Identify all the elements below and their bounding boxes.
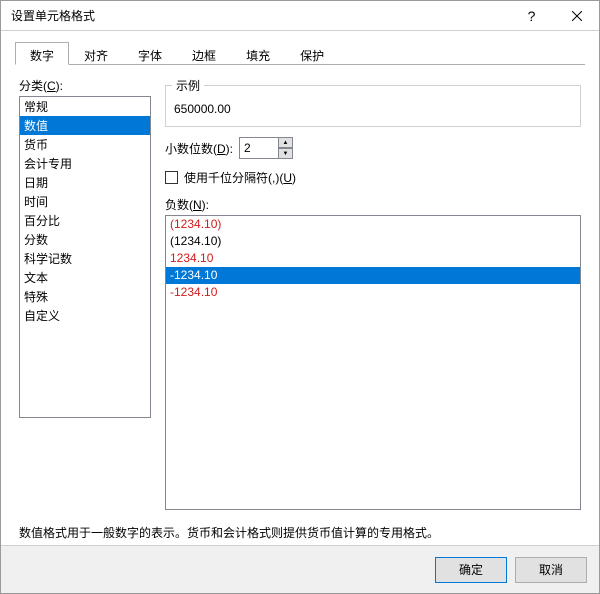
decimal-places-input[interactable]: [239, 137, 279, 159]
negative-format-item[interactable]: 1234.10: [166, 250, 580, 267]
thousands-separator-checkbox[interactable]: [165, 171, 178, 184]
category-item[interactable]: 货币: [20, 135, 150, 154]
tab-panel-number: 分类(C): 常规数值货币会计专用日期时间百分比分数科学记数文本特殊自定义 示例…: [15, 65, 585, 545]
ok-button[interactable]: 确定: [435, 557, 507, 583]
category-item[interactable]: 数值: [20, 116, 150, 135]
tab-0[interactable]: 数字: [15, 42, 69, 65]
category-item[interactable]: 自定义: [20, 306, 150, 325]
spinner-down-icon[interactable]: ▼: [278, 148, 293, 159]
tab-3[interactable]: 边框: [177, 42, 231, 65]
thousands-separator-label: 使用千位分隔符(,)(U): [184, 169, 296, 186]
format-cells-dialog: 设置单元格格式 ? 数字对齐字体边框填充保护 分类(C): 常规数值货币会计专用…: [0, 0, 600, 594]
category-item[interactable]: 文本: [20, 268, 150, 287]
category-item[interactable]: 分数: [20, 230, 150, 249]
dialog-footer: 确定 取消: [1, 545, 599, 593]
negative-format-item[interactable]: -1234.10: [166, 267, 580, 284]
negative-numbers-label: 负数(N):: [165, 196, 581, 213]
negative-format-item[interactable]: (1234.10): [166, 233, 580, 250]
category-listbox[interactable]: 常规数值货币会计专用日期时间百分比分数科学记数文本特殊自定义: [19, 96, 151, 418]
tab-1[interactable]: 对齐: [69, 42, 123, 65]
category-item[interactable]: 百分比: [20, 211, 150, 230]
category-item[interactable]: 时间: [20, 192, 150, 211]
sample-value: 650000.00: [166, 94, 580, 126]
tab-4[interactable]: 填充: [231, 42, 285, 65]
negative-format-item[interactable]: -1234.10: [166, 284, 580, 301]
titlebar: 设置单元格格式 ?: [1, 1, 599, 31]
format-description: 数值格式用于一般数字的表示。货币和会计格式则提供货币值计算的专用格式。: [19, 524, 581, 541]
category-item[interactable]: 日期: [20, 173, 150, 192]
sample-legend: 示例: [172, 77, 204, 94]
category-item[interactable]: 科学记数: [20, 249, 150, 268]
decimal-places-spinner[interactable]: ▲ ▼: [239, 137, 293, 159]
category-item[interactable]: 特殊: [20, 287, 150, 306]
negative-numbers-listbox[interactable]: (1234.10)(1234.10)1234.10-1234.10-1234.1…: [165, 215, 581, 510]
category-label: 分类(C):: [19, 77, 151, 94]
dialog-body: 数字对齐字体边框填充保护 分类(C): 常规数值货币会计专用日期时间百分比分数科…: [1, 31, 599, 545]
close-button[interactable]: [554, 1, 599, 31]
dialog-title: 设置单元格格式: [11, 7, 509, 24]
negative-format-item[interactable]: (1234.10): [166, 216, 580, 233]
category-item[interactable]: 常规: [20, 97, 150, 116]
tab-5[interactable]: 保护: [285, 42, 339, 65]
close-icon: [572, 11, 582, 21]
sample-group: 示例 650000.00: [165, 77, 581, 127]
help-button[interactable]: ?: [509, 1, 554, 31]
category-item[interactable]: 会计专用: [20, 154, 150, 173]
tab-2[interactable]: 字体: [123, 42, 177, 65]
cancel-button[interactable]: 取消: [515, 557, 587, 583]
tab-strip: 数字对齐字体边框填充保护: [15, 41, 585, 65]
decimal-places-label: 小数位数(D):: [165, 140, 233, 157]
spinner-up-icon[interactable]: ▲: [278, 137, 293, 148]
